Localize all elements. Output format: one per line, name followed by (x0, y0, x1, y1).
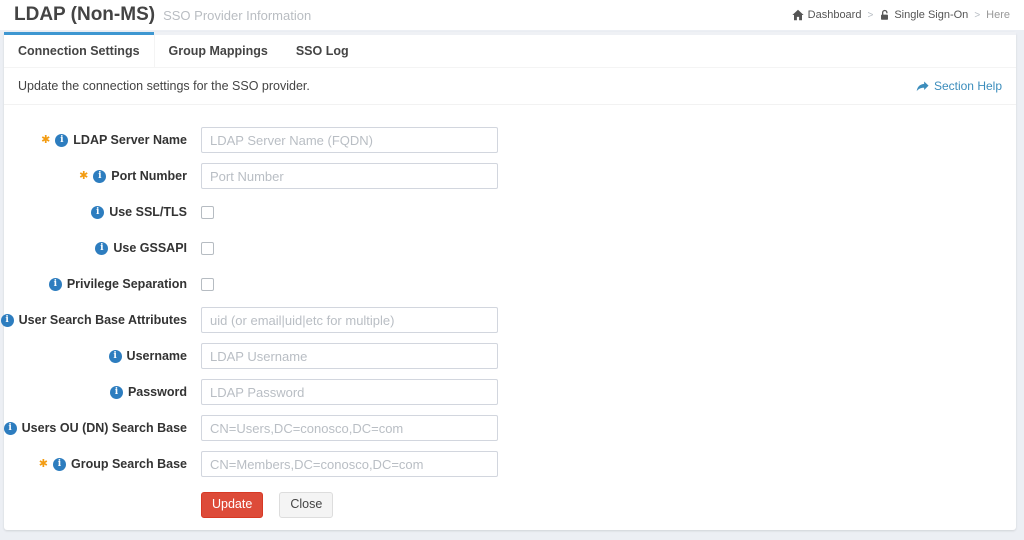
title-block: LDAP (Non-MS) SSO Provider Information (14, 0, 311, 30)
field-row-use-ssl-tls: i Use SSL/TLS (4, 199, 1016, 225)
field-label: Username (127, 349, 187, 363)
share-icon (916, 81, 929, 92)
field-control (201, 127, 498, 153)
tab-bar: Connection SettingsGroup MappingsSSO Log (4, 32, 1016, 68)
close-button[interactable]: Close (279, 492, 333, 518)
info-icon[interactable]: i (109, 350, 122, 363)
user-search-base-attributes-input[interactable] (201, 307, 498, 333)
required-icon: ✱ (79, 171, 88, 182)
field-control (201, 307, 498, 333)
field-label-group: ✱ i LDAP Server Name (4, 133, 187, 147)
field-label: Use GSSAPI (113, 241, 187, 255)
tab-connection-settings[interactable]: Connection Settings (4, 35, 155, 67)
field-label: User Search Base Attributes (19, 313, 187, 327)
field-label: Use SSL/TLS (109, 205, 187, 219)
section-bar: Update the connection settings for the S… (4, 68, 1016, 105)
field-label-group: i Password (4, 385, 187, 399)
tab-group-mappings[interactable]: Group Mappings (155, 35, 282, 67)
field-label: Privilege Separation (67, 277, 187, 291)
breadcrumb-separator: > (867, 10, 873, 21)
page-header: LDAP (Non-MS) SSO Provider Information D… (0, 0, 1024, 30)
info-icon[interactable]: i (1, 314, 14, 327)
field-row-ldap-server-name: ✱ i LDAP Server Name (4, 127, 1016, 153)
home-icon (792, 9, 804, 21)
username-input[interactable] (201, 343, 498, 369)
privilege-separation-checkbox[interactable] (201, 278, 214, 291)
users-ou-dn-search-base-input[interactable] (201, 415, 498, 441)
field-row-group-search-base: ✱ i Group Search Base (4, 451, 1016, 477)
info-icon[interactable]: i (4, 422, 17, 435)
info-icon[interactable]: i (49, 278, 62, 291)
tab-sso-log[interactable]: SSO Log (282, 35, 363, 67)
page-subtitle: SSO Provider Information (163, 8, 311, 23)
breadcrumb-item-here: Here (986, 9, 1010, 21)
field-label-group: ✱iUsers OU (DN) Search Base (4, 421, 187, 435)
field-label-group: i Username (4, 349, 187, 363)
required-icon: ✱ (41, 135, 50, 146)
unlock-icon (879, 9, 890, 21)
breadcrumb-separator: > (974, 10, 980, 21)
field-label-group: i Use GSSAPI (4, 241, 187, 255)
use-ssl-tls-checkbox[interactable] (201, 206, 214, 219)
content-panel: Connection SettingsGroup MappingsSSO Log… (4, 32, 1016, 530)
field-label-group: ✱ i Port Number (4, 169, 187, 183)
use-gssapi-checkbox[interactable] (201, 242, 214, 255)
breadcrumb-item-single-sign-on[interactable]: Single Sign-On (879, 9, 968, 21)
group-search-base-input[interactable] (201, 451, 498, 477)
field-label-group: i Use SSL/TLS (4, 205, 187, 219)
field-row-use-gssapi: i Use GSSAPI (4, 235, 1016, 261)
info-icon[interactable]: i (53, 458, 66, 471)
breadcrumb-item-dashboard[interactable]: Dashboard (792, 9, 862, 21)
breadcrumb-label: Single Sign-On (894, 9, 968, 21)
field-label: Users OU (DN) Search Base (22, 421, 187, 435)
form-actions: Update Close (201, 489, 1016, 530)
info-icon[interactable]: i (55, 134, 68, 147)
field-control (201, 451, 498, 477)
field-control (201, 163, 498, 189)
field-row-privilege-separation: i Privilege Separation (4, 271, 1016, 297)
field-row-password: i Password (4, 379, 1016, 405)
section-description: Update the connection settings for the S… (18, 79, 310, 93)
breadcrumb-label: Dashboard (808, 9, 862, 21)
section-help-link[interactable]: Section Help (916, 79, 1002, 93)
field-control (201, 206, 214, 219)
breadcrumb-label: Here (986, 9, 1010, 21)
connection-settings-form: ✱ i LDAP Server Name ✱ i Port Number i Use SSL/… (4, 105, 1016, 489)
password-input[interactable] (201, 379, 498, 405)
field-control (201, 242, 214, 255)
required-icon: ✱ (39, 459, 48, 470)
field-label: Group Search Base (71, 457, 187, 471)
field-row-user-search-base-attributes: ✱iUser Search Base Attributes (4, 307, 1016, 333)
field-control (201, 379, 498, 405)
field-control (201, 343, 498, 369)
ldap-server-name-input[interactable] (201, 127, 498, 153)
field-label-group: ✱iUser Search Base Attributes (4, 313, 187, 327)
field-row-users-ou-dn-search-base: ✱iUsers OU (DN) Search Base (4, 415, 1016, 441)
field-label: Port Number (111, 169, 187, 183)
update-button[interactable]: Update (201, 492, 263, 518)
field-label: LDAP Server Name (73, 133, 187, 147)
field-label-group: i Privilege Separation (4, 277, 187, 291)
field-row-port-number: ✱ i Port Number (4, 163, 1016, 189)
section-help-label: Section Help (934, 79, 1002, 93)
info-icon[interactable]: i (110, 386, 123, 399)
info-icon[interactable]: i (91, 206, 104, 219)
field-control (201, 278, 214, 291)
field-control (201, 415, 498, 441)
page-title: LDAP (Non-MS) (14, 0, 155, 30)
breadcrumb: Dashboard > Single Sign-On > Here (792, 9, 1010, 21)
info-icon[interactable]: i (95, 242, 108, 255)
field-label-group: ✱ i Group Search Base (4, 457, 187, 471)
field-label: Password (128, 385, 187, 399)
info-icon[interactable]: i (93, 170, 106, 183)
field-row-username: i Username (4, 343, 1016, 369)
port-number-input[interactable] (201, 163, 498, 189)
